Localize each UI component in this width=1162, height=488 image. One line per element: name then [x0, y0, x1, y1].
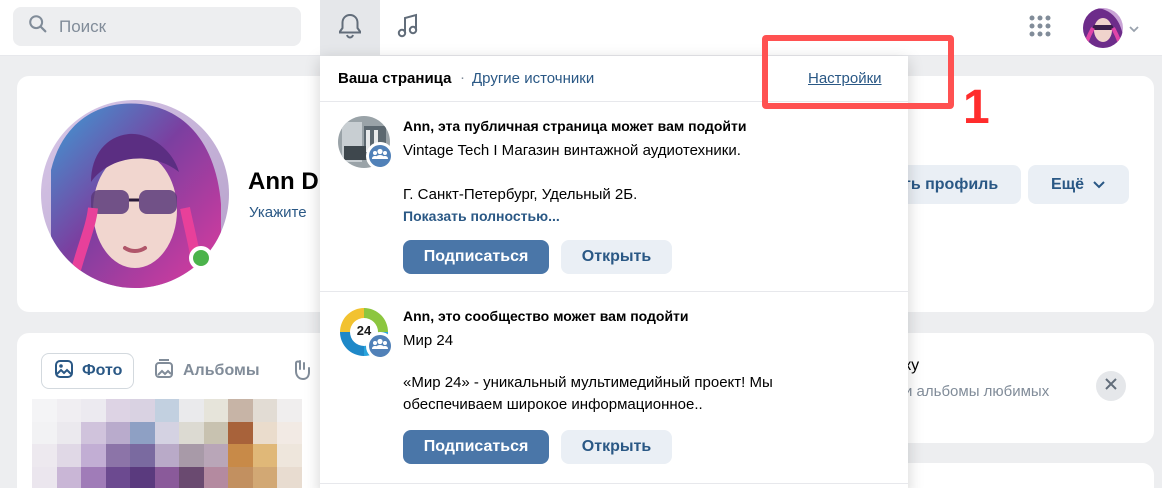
notifications-dropdown: Ваша страница · Другие источники Настрой…	[320, 56, 908, 488]
notification-title: Ann, это сообщество может вам подойти	[403, 308, 689, 324]
online-indicator	[189, 246, 213, 270]
open-button[interactable]: Открыть	[561, 240, 672, 274]
tab-photos-label: Фото	[82, 362, 123, 379]
search-box[interactable]	[13, 7, 301, 46]
tab-albums[interactable]: Альбомы	[153, 353, 260, 389]
apps-button[interactable]	[1018, 8, 1062, 48]
music-note-icon	[395, 12, 421, 45]
notification-item: Ann, эта публичная страница может вам по…	[320, 102, 908, 292]
music-button[interactable]	[380, 0, 436, 56]
community-badge	[366, 142, 394, 170]
promo-subtitle: и альбомы любимых	[904, 383, 1050, 400]
side-card	[870, 463, 1154, 488]
top-header	[0, 0, 1162, 56]
promo-card: ку и альбомы любимых	[870, 333, 1154, 443]
notifications-button[interactable]	[320, 0, 380, 56]
chevron-down-icon	[1092, 176, 1106, 194]
more-button-label: Ещё	[1050, 175, 1085, 193]
tab-albums-label: Альбомы	[183, 362, 260, 379]
search-input[interactable]	[59, 16, 279, 37]
open-button[interactable]: Открыть	[561, 430, 672, 464]
show-more-link[interactable]: Показать полностью...	[403, 208, 560, 224]
tab-clips[interactable]	[291, 353, 313, 389]
close-icon	[1105, 377, 1117, 395]
community-name[interactable]: Vintage Tech I Магазин винтажной аудиоте…	[403, 142, 741, 159]
annotation-highlight-box	[762, 35, 954, 109]
notification-item: 24 Ann, это сообщество может вам подойти…	[320, 292, 908, 484]
tab-other-sources[interactable]: Другие источники	[472, 70, 594, 87]
search-icon	[27, 13, 49, 40]
community-name[interactable]: Мир 24	[403, 332, 453, 349]
photo-preview-blurred[interactable]	[32, 399, 302, 488]
image-icon	[54, 359, 74, 384]
subscribe-button[interactable]: Подписаться	[403, 430, 549, 464]
users-icon	[372, 147, 388, 165]
user-avatar-menu[interactable]	[1083, 8, 1123, 48]
community-badge	[366, 332, 394, 360]
tab-photos[interactable]: Фото	[41, 353, 134, 389]
grid-icon	[1028, 14, 1052, 43]
more-button[interactable]: Ещё	[1028, 165, 1129, 204]
chevron-down-icon[interactable]	[1128, 20, 1140, 38]
notification-title: Ann, эта публичная страница может вам по…	[403, 118, 747, 134]
album-icon	[153, 358, 175, 384]
close-button[interactable]	[1096, 371, 1126, 401]
status-hint[interactable]: Укажите	[249, 204, 307, 221]
subscribe-button[interactable]: Подписаться	[403, 240, 549, 274]
annotation-number: 1	[963, 81, 990, 134]
bell-icon	[337, 12, 363, 45]
tab-my-page[interactable]: Ваша страница	[338, 70, 451, 87]
hand-icon	[291, 357, 313, 386]
community-description: Г. Санкт-Петербург, Удельный 2Б.	[403, 186, 638, 203]
profile-name: Ann D	[248, 168, 319, 195]
users-icon	[372, 337, 388, 355]
tab-separator: ·	[460, 69, 465, 86]
community-description: «Мир 24» - уникальный мультимедийный про…	[403, 374, 773, 413]
